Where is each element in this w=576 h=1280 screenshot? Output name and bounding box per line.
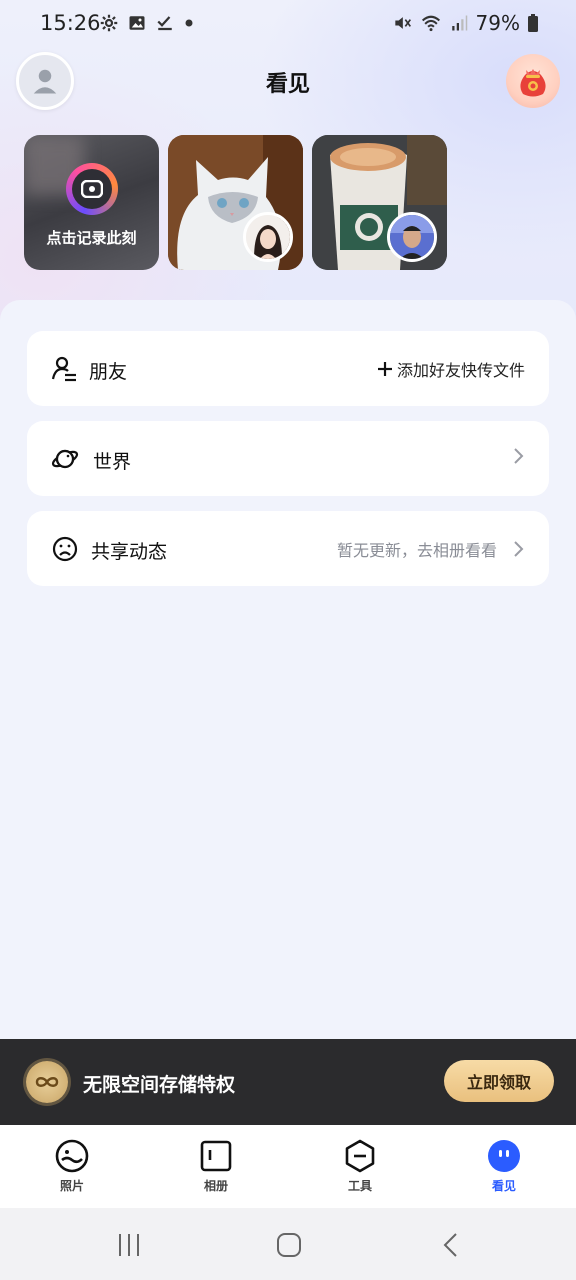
nav-item-albums[interactable]: 相册 — [144, 1125, 288, 1208]
shared-updates-row[interactable]: 共享动态 暂无更新，去相册看看 — [27, 511, 549, 586]
camera-ring-icon — [66, 163, 118, 215]
record-moment-card[interactable]: 点击记录此刻 — [24, 135, 159, 270]
shared-hint-text: 暂无更新，去相册看看 — [336, 541, 497, 560]
world-chevron — [513, 447, 525, 465]
friend-avatar — [387, 212, 437, 262]
add-friend-button[interactable]: 添加好友快传文件 — [377, 357, 525, 381]
moment-card-coffee[interactable] — [312, 135, 447, 270]
nav-label-discover: 看见 — [491, 1179, 516, 1193]
shared-updates-hint[interactable]: 暂无更新，去相册看看 — [337, 537, 525, 561]
bottom-nav: 照片 相册 工具 看见 — [0, 1125, 576, 1208]
page-title: 看见 — [265, 72, 310, 97]
lucky-bag-icon — [520, 69, 546, 97]
tools-icon — [345, 1139, 375, 1173]
task-done-icon — [156, 14, 174, 32]
notification-dot-icon — [184, 18, 194, 28]
record-moment-label: 点击记录此刻 — [46, 229, 137, 247]
back-icon[interactable] — [440, 1232, 462, 1258]
mute-icon — [392, 13, 412, 33]
promo-text: 无限空间存储特权 — [83, 1074, 236, 1096]
content-panel: 朋友 添加好友快传文件 世界 共享动态 暂无更新，去相册看看 — [0, 300, 576, 1040]
friends-label: 朋友 — [89, 361, 128, 383]
album-icon — [200, 1140, 232, 1172]
nav-label-photos: 照片 — [59, 1179, 84, 1193]
recent-apps-icon[interactable] — [116, 1232, 142, 1258]
photos-smile-icon — [55, 1139, 89, 1173]
storage-promo-banner[interactable]: 无限空间存储特权 立即领取 — [0, 1039, 576, 1125]
add-friend-label: 添加好友快传文件 — [396, 361, 525, 380]
nav-label-albums: 相册 — [203, 1179, 228, 1193]
nav-item-tools[interactable]: 工具 — [288, 1125, 432, 1208]
home-icon[interactable] — [276, 1232, 302, 1258]
settings-icon — [100, 14, 118, 32]
wifi-icon — [420, 13, 442, 33]
nav-item-photos[interactable]: 照片 — [0, 1125, 144, 1208]
friends-row[interactable]: 朋友 添加好友快传文件 — [27, 331, 549, 406]
signal-icon — [450, 14, 468, 32]
plus-icon — [377, 362, 392, 376]
shared-updates-label: 共享动态 — [91, 541, 168, 563]
moment-card-cat[interactable] — [168, 135, 303, 270]
planet-icon — [51, 449, 79, 469]
battery-percent: 79% — [475, 11, 520, 35]
system-nav-bar — [0, 1208, 576, 1280]
infinity-badge-icon — [26, 1061, 68, 1103]
image-icon — [128, 14, 146, 32]
sad-face-icon — [52, 536, 78, 562]
world-row[interactable]: 世界 — [27, 421, 549, 496]
battery-icon — [528, 14, 538, 32]
chevron-right-icon — [514, 541, 524, 557]
nav-label-tools: 工具 — [347, 1179, 372, 1193]
nav-item-discover[interactable]: 看见 — [432, 1125, 576, 1208]
gift-bag-button[interactable] — [506, 54, 560, 108]
world-label: 世界 — [93, 451, 132, 473]
friends-icon — [51, 356, 76, 382]
moments-strip: 点击记录此刻 — [24, 135, 447, 270]
status-bar: 15:26 79% — [0, 0, 576, 48]
status-time: 15:26 — [40, 11, 101, 35]
friend-avatar — [243, 212, 293, 262]
discover-icon — [488, 1140, 520, 1172]
claim-now-button[interactable]: 立即领取 — [444, 1060, 554, 1102]
chevron-right-icon — [514, 448, 524, 464]
